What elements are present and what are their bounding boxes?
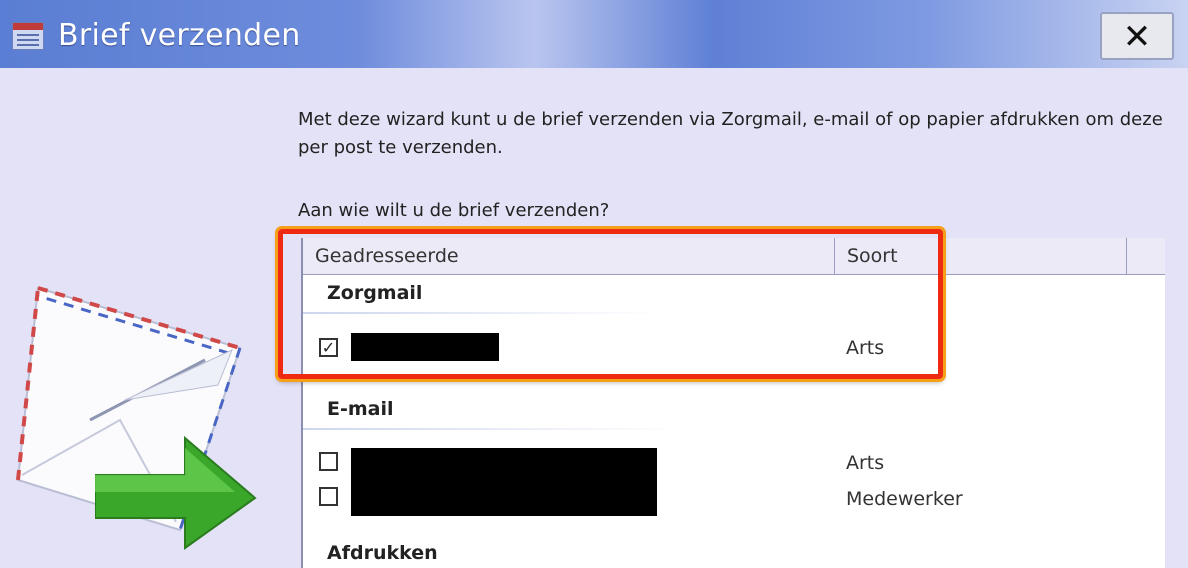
question-label: Aan wie wilt u de brief verzenden? (298, 200, 610, 221)
highlight-frame (278, 229, 943, 379)
recipient-checkbox[interactable] (319, 487, 338, 506)
app-icon (12, 22, 44, 50)
close-button[interactable]: ✕ (1100, 12, 1174, 60)
group-header-email: E-mail (327, 398, 394, 420)
redacted-recipient (351, 448, 657, 516)
recipient-checkbox[interactable] (319, 452, 338, 471)
intro-text: Met deze wizard kunt u de brief verzende… (298, 109, 1163, 158)
wizard-illustration (0, 270, 280, 554)
group-header-afdrukken: Afdrukken (327, 542, 438, 564)
arrow-right-icon (95, 435, 257, 550)
recipient-type: Arts (846, 452, 885, 474)
group-divider (303, 428, 683, 430)
window-title: Brief verzenden (58, 18, 301, 53)
title-bar: Brief verzenden ✕ (0, 0, 1188, 68)
recipient-type: Medewerker (846, 488, 963, 510)
